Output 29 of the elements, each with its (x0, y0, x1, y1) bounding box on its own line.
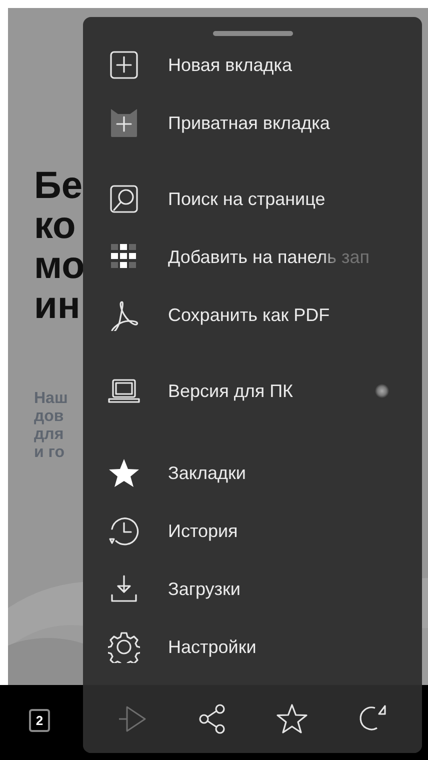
menu-item[interactable]: История (83, 502, 422, 560)
gear-icon (108, 631, 140, 663)
menu-item[interactable]: Закладки (83, 444, 422, 502)
new-tab-icon (108, 49, 140, 81)
star-outline-icon (275, 702, 310, 736)
menu-item[interactable]: Загрузки (83, 560, 422, 618)
star-icon (108, 457, 140, 489)
tab-count-button[interactable]: 2 (29, 709, 50, 732)
menu-item[interactable]: Версия для ПК (83, 362, 422, 420)
intro-text: Наш (34, 390, 68, 408)
intro-text: для (34, 426, 64, 444)
menu-item[interactable]: Новая вкладка (83, 36, 422, 94)
intro-text: дов (34, 408, 64, 426)
menu-item[interactable]: Сохранить как PDF (83, 286, 422, 344)
pdf-icon (108, 299, 140, 331)
menu-item[interactable]: Поиск на странице (83, 170, 422, 228)
menu-item[interactable]: Приватная вкладка (83, 94, 422, 152)
menu-item[interactable]: Добавить на панель зап (83, 228, 422, 286)
download-icon (108, 573, 140, 605)
heading-text: ин (34, 286, 80, 326)
private-tab-icon (108, 107, 140, 139)
search-icon (108, 183, 140, 215)
heading-text: мо (34, 246, 85, 286)
menu-item[interactable]: Настройки (83, 618, 422, 676)
clock-icon (108, 515, 140, 547)
heading-text: ко (34, 206, 76, 246)
intro-text: и го (34, 444, 65, 462)
heading-text: Бе (34, 166, 82, 206)
drag-handle[interactable] (212, 31, 292, 36)
